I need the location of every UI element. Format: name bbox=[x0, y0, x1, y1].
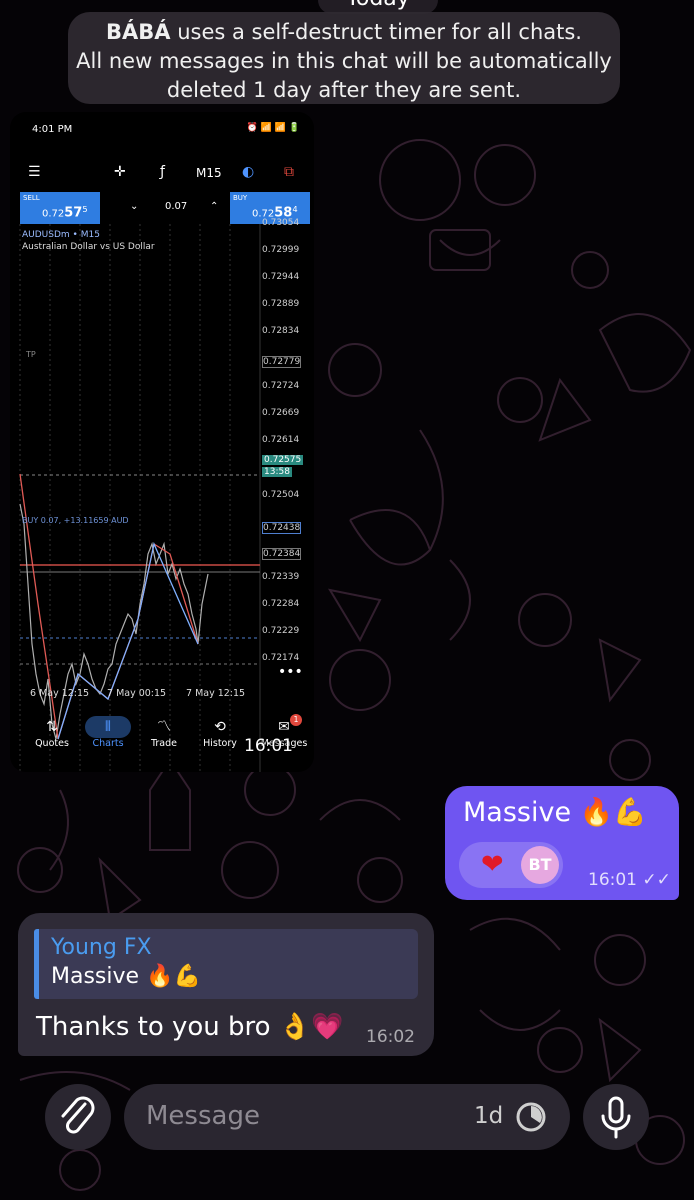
heart-reaction-icon[interactable]: ❤ bbox=[481, 849, 504, 880]
charts-icon: ⫴ bbox=[85, 716, 131, 738]
price-tick: 0.72614 bbox=[262, 435, 300, 445]
timer-icon[interactable] bbox=[514, 1100, 548, 1134]
self-destruct-notice: BÁBÁ uses a self-destruct timer for all … bbox=[68, 12, 620, 104]
tp-price-tag: 0.72779 bbox=[262, 356, 302, 368]
time-tick: 7 May 12:15 bbox=[186, 688, 246, 699]
chevron-up-icon: ⌃ bbox=[210, 201, 219, 212]
incoming-message[interactable]: Young FX Massive 🔥💪 Thanks to you bro 👌💗… bbox=[18, 913, 434, 1056]
sell-price-big: 57 bbox=[64, 205, 83, 221]
crosshair-icon: ✛ bbox=[114, 164, 126, 180]
price-tick: 0.72174 bbox=[262, 653, 300, 663]
nav-quotes-label: Quotes bbox=[35, 738, 69, 749]
notice-contact-name: BÁBÁ bbox=[106, 20, 171, 44]
chart-symbol-description: Australian Dollar vs US Dollar bbox=[22, 242, 155, 252]
price-tick: 0.72999 bbox=[262, 245, 300, 255]
outgoing-message-meta: 16:01 ✓✓ bbox=[588, 870, 671, 890]
nav-quotes: ⇅ Quotes bbox=[24, 716, 80, 749]
nav-charts: ⫴ Charts bbox=[80, 716, 136, 749]
history-icon: ⟲ bbox=[214, 719, 226, 735]
phone-status-bar: 4:01 PM ⏰ 📶 📶 🔋 bbox=[10, 112, 314, 148]
outgoing-message[interactable]: Massive 🔥💪 ❤ BT 16:01 ✓✓ bbox=[445, 786, 679, 900]
attach-button[interactable] bbox=[45, 1084, 111, 1150]
nav-history: ⟲ History bbox=[192, 716, 248, 749]
sell-price-main: 0.72 bbox=[42, 208, 65, 220]
lot-selector: ⌄ 0.07 ⌃ bbox=[102, 192, 228, 224]
outgoing-message-text: Massive 🔥💪 bbox=[463, 797, 647, 828]
reply-preview[interactable]: Young FX Massive 🔥💪 bbox=[34, 929, 418, 999]
current-price-tag: 0.72575 bbox=[262, 455, 304, 465]
price-tick: 0.72834 bbox=[262, 326, 300, 336]
reactor-avatar: BT bbox=[521, 846, 559, 884]
trade-icon: 〽 bbox=[157, 719, 171, 735]
messages-badge: 1 bbox=[290, 714, 302, 726]
chart-symbol: AUDUSDm • M15 bbox=[22, 230, 100, 240]
sell-price-sup: 5 bbox=[82, 204, 88, 214]
chevron-down-icon: ⌄ bbox=[130, 201, 139, 212]
nav-history-label: History bbox=[203, 738, 237, 749]
one-click-trade-icon: ⧉ bbox=[284, 164, 294, 180]
price-tick: 0.72944 bbox=[262, 272, 300, 282]
menu-icon: ☰ bbox=[28, 164, 41, 180]
incoming-message-time: 16:02 bbox=[366, 1027, 415, 1047]
reply-accent-bar bbox=[34, 929, 39, 999]
sl-price-tag: 0.72384 bbox=[262, 548, 302, 560]
more-icon: ••• bbox=[278, 664, 303, 680]
read-checkmarks-icon: ✓✓ bbox=[642, 870, 671, 890]
notice-line1: BÁBÁ uses a self-destruct timer for all … bbox=[68, 18, 620, 47]
position-line-label: BUY 0.07, +13.11659 AUD bbox=[22, 516, 129, 525]
message-input[interactable]: Message 1d bbox=[124, 1084, 570, 1150]
reply-quote-text: Massive 🔥💪 bbox=[51, 964, 201, 989]
incoming-message-text: Thanks to you bro 👌💗 bbox=[36, 1012, 344, 1042]
candle-timer-tag: 13:58 bbox=[262, 467, 292, 477]
buy-price-sup: 4 bbox=[292, 204, 298, 214]
notice-line2: All new messages in this chat will be au… bbox=[76, 49, 612, 73]
notice-line3: deleted 1 day after they are sent. bbox=[166, 78, 522, 102]
sell-label: SELL bbox=[23, 194, 40, 202]
reactions[interactable]: ❤ BT bbox=[459, 842, 563, 888]
color-scheme-icon: ◐ bbox=[242, 164, 255, 180]
trading-toolbar: ☰ ✛ ƒ M15 ◐ ⧉ bbox=[10, 156, 314, 190]
price-tick: 0.72724 bbox=[262, 381, 300, 391]
nav-trade: 〽 Trade bbox=[136, 716, 192, 749]
price-tick: 0.72229 bbox=[262, 626, 300, 636]
paperclip-icon bbox=[61, 1096, 95, 1134]
reply-author: Young FX bbox=[51, 935, 152, 960]
buy-label: BUY bbox=[233, 194, 248, 202]
message-placeholder: Message bbox=[146, 1101, 260, 1131]
sell-button: SELL 0.72575 bbox=[20, 192, 100, 224]
outgoing-message-time: 16:01 bbox=[588, 870, 637, 890]
lot-value: 0.07 bbox=[165, 201, 188, 212]
self-destruct-timer-value: 1d bbox=[474, 1103, 504, 1129]
microphone-icon bbox=[601, 1096, 631, 1139]
sell-price: 0.72575 bbox=[42, 204, 88, 220]
indicator-icon: ƒ bbox=[160, 164, 165, 180]
nav-trade-label: Trade bbox=[150, 738, 177, 749]
price-tick: 0.72504 bbox=[262, 490, 300, 500]
price-tick: 0.72889 bbox=[262, 299, 300, 309]
entry-price-tag: 0.72438 bbox=[262, 522, 302, 534]
photo-message-time: 16:01 bbox=[244, 736, 293, 756]
timeframe-label: M15 bbox=[196, 166, 222, 180]
nav-charts-label: Charts bbox=[92, 738, 124, 749]
time-tick: 6 May 12:15 bbox=[30, 688, 90, 699]
price-tick: 0.73054 bbox=[262, 218, 300, 228]
voice-message-button[interactable] bbox=[583, 1084, 649, 1150]
photo-message[interactable]: 4:01 PM ⏰ 📶 📶 🔋 ☰ ✛ ƒ M15 ◐ ⧉ SELL 0.725… bbox=[10, 112, 314, 772]
messages-icon: ✉ bbox=[278, 719, 290, 735]
quotes-icon: ⇅ bbox=[46, 719, 58, 735]
take-profit-label: TP bbox=[26, 350, 36, 359]
status-time: 4:01 PM bbox=[32, 124, 73, 135]
time-tick: 7 May 00:15 bbox=[107, 688, 167, 699]
price-tick: 0.72669 bbox=[262, 408, 300, 418]
status-icons: ⏰ 📶 📶 🔋 bbox=[246, 123, 300, 133]
price-tick: 0.72284 bbox=[262, 599, 300, 609]
price-tick: 0.72339 bbox=[262, 572, 300, 582]
notice-line1-text: uses a self-destruct timer for all chats… bbox=[170, 20, 582, 44]
